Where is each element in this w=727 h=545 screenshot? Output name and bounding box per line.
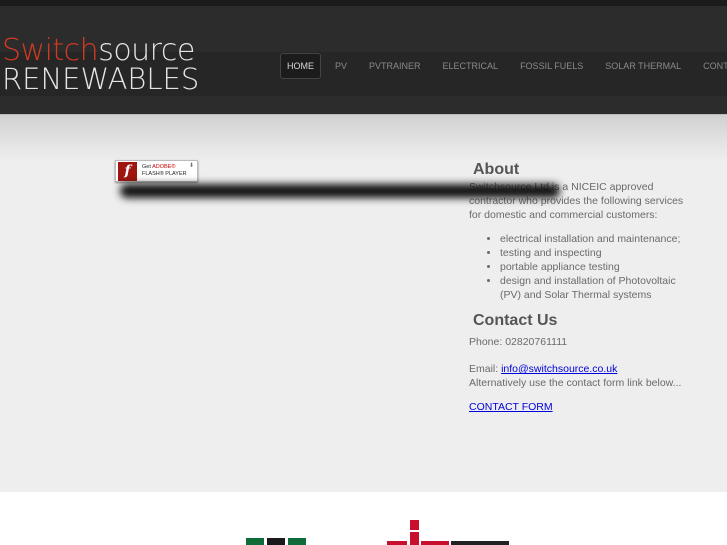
nav-fossil-fuels[interactable]: FOSSIL FUELS	[509, 54, 594, 78]
sidebar-content: About Switchsource Ltd is a NICEIC appro…	[469, 160, 694, 414]
site-header: Switchsource RENEWABLES HOME PV PVTRAINE…	[0, 6, 727, 114]
footer-logos	[0, 492, 727, 545]
get-flash-player-button[interactable]: f Get ADOBE® FLASH® PLAYER ⬇	[115, 160, 198, 182]
phone-text: Phone: 02820761111	[469, 336, 568, 348]
about-heading: About	[473, 161, 520, 178]
email-label: Email:	[469, 363, 502, 375]
nav-contact[interactable]: CONTACT	[692, 54, 727, 78]
flash-icon: f	[118, 161, 137, 181]
list-item: design and installation of Photovoltaic …	[500, 274, 694, 302]
flash-get: Get	[142, 164, 153, 170]
flash-adobe: ADOBE®	[152, 164, 176, 170]
services-list: electrical installation and maintenance;…	[500, 232, 694, 302]
alternative-text: Alternatively use the contact form link …	[469, 377, 682, 389]
logo-renewables: RENEWABLES	[2, 62, 200, 96]
nav-home[interactable]: HOME	[280, 53, 321, 79]
partner-logo-red	[385, 520, 510, 545]
nav-electrical[interactable]: ELECTRICAL	[432, 54, 510, 78]
contact-heading: Contact Us	[473, 312, 558, 329]
list-item: portable appliance testing	[500, 260, 694, 274]
nav-pvtrainer[interactable]: PVTRAINER	[358, 54, 432, 78]
list-item: electrical installation and maintenance;	[500, 232, 694, 246]
download-icon: ⬇	[188, 163, 194, 169]
gradient-bar	[0, 114, 727, 159]
nav-pv[interactable]: PV	[324, 54, 358, 78]
list-item: testing and inspecting	[500, 246, 694, 260]
main-nav: HOME PV PVTRAINER ELECTRICAL FOSSIL FUEL…	[280, 53, 727, 79]
flash-player-label: FLASH® PLAYER	[142, 171, 187, 177]
slider-shadow	[120, 184, 560, 198]
contact-form-link[interactable]: CONTACT FORM	[469, 401, 553, 413]
nav-solar-thermal[interactable]: SOLAR THERMAL	[594, 54, 692, 78]
email-link[interactable]: info@switchsource.co.uk	[501, 363, 617, 375]
partner-logo-green	[246, 538, 308, 545]
site-logo[interactable]: Switchsource RENEWABLES	[2, 36, 199, 94]
